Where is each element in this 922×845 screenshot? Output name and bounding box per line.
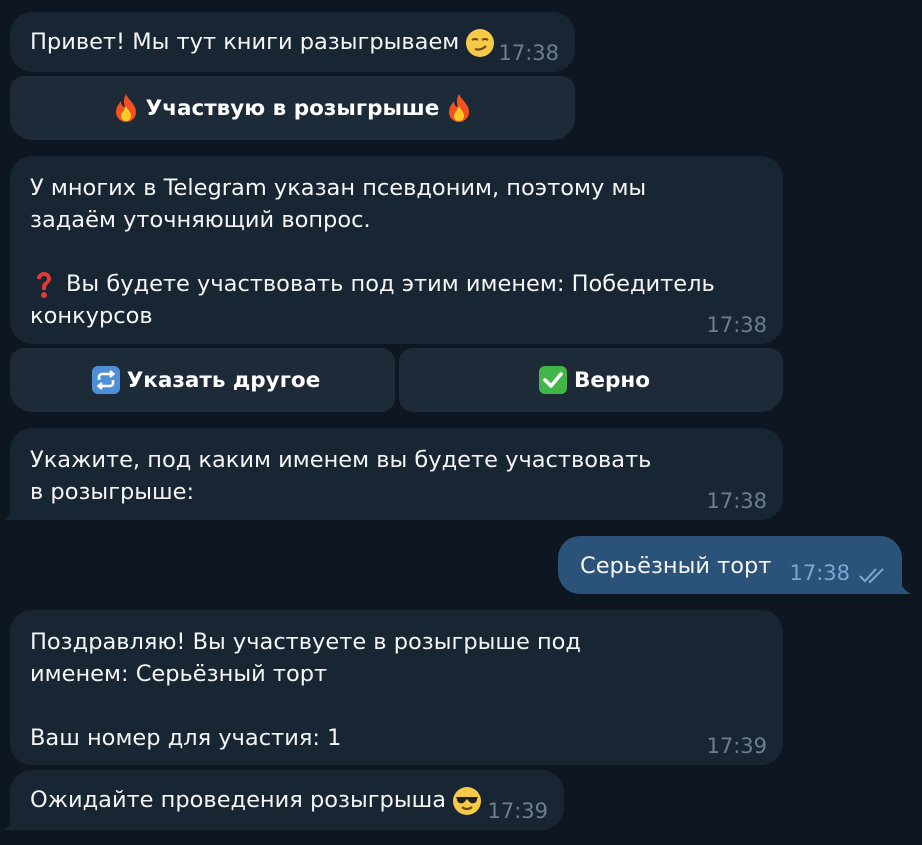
message-bubble-pseudonym-question: У многих в Telegram указан псевдоним, по…	[10, 156, 783, 344]
red-question-mark-icon	[34, 271, 54, 299]
specify-other-button-label: Указать другое	[126, 367, 321, 393]
bubble-tail	[3, 502, 17, 520]
participate-button-label: Участвую в розыгрыше	[145, 95, 440, 121]
message-time: 17:39	[706, 734, 767, 758]
message-text-row: Ожидайте проведения розыгрыша	[30, 784, 488, 816]
bubble-tail	[3, 812, 17, 830]
message-bubble-await: Ожидайте проведения розыгрыша 17:39	[3, 770, 564, 830]
repeat-arrows-icon	[91, 365, 121, 395]
read-double-check-icon	[858, 566, 888, 584]
fire-icon	[112, 93, 140, 123]
message-time: 17:38	[706, 313, 767, 337]
correct-button[interactable]: Верно	[399, 348, 783, 412]
message-time: 17:38	[789, 561, 850, 585]
bubble-tail	[897, 576, 911, 594]
message-text: Поздравляю! Вы участвуете в розыгрыше по…	[30, 629, 581, 687]
message-question-row: Вы будете участвовать под этим именем: П…	[30, 268, 720, 332]
green-check-mark-icon	[538, 365, 568, 395]
correct-button-label: Верно	[574, 367, 650, 393]
sunglasses-face-icon	[452, 786, 482, 816]
message-bubble-greeting: Привет! Мы тут книги разыгрываем 17:38	[10, 12, 575, 72]
participate-button[interactable]: Участвую в розыгрыше	[10, 76, 575, 140]
participation-number-text: Ваш номер для участия: 1	[30, 725, 342, 751]
message-text-row: Привет! Мы тут книги разыгрываем	[30, 26, 501, 58]
message-time: 17:39	[487, 799, 548, 823]
smirking-face-icon	[465, 28, 495, 58]
message-question-text: Вы будете участвовать под этим именем: П…	[30, 271, 715, 329]
fire-icon	[445, 93, 473, 123]
message-bubble-outgoing: Серьёзный торт 17:38	[558, 536, 911, 594]
specify-other-button[interactable]: Указать другое	[10, 348, 395, 412]
message-time: 17:38	[498, 41, 559, 65]
message-text: Ожидайте проведения розыгрыша	[30, 787, 446, 813]
message-time: 17:38	[706, 489, 767, 513]
message-bubble-congratulations: Поздравляю! Вы участвуете в розыгрыше по…	[10, 610, 783, 765]
message-bubble-specify-name: Укажите, под каким именем вы будете учас…	[3, 428, 783, 520]
message-text: У многих в Telegram указан псевдоним, по…	[30, 175, 647, 233]
message-text: Привет! Мы тут книги разыгрываем	[30, 29, 460, 55]
message-text: Укажите, под каким именем вы будете учас…	[30, 447, 652, 505]
message-text: Серьёзный торт	[580, 553, 772, 579]
